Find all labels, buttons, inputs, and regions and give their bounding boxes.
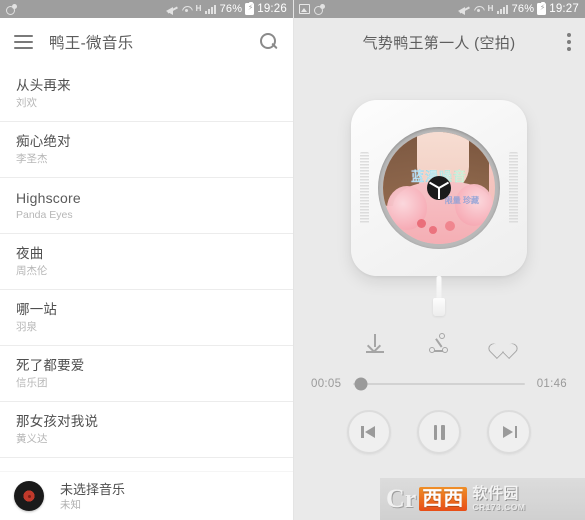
song-title: Highscore — [16, 190, 81, 206]
clock-left: 19:26 — [257, 3, 287, 15]
app-icon — [314, 3, 326, 15]
heart-icon[interactable] — [491, 332, 515, 356]
battery-percent: 76% — [511, 3, 535, 15]
song-artist: 羽泉 — [16, 321, 37, 333]
list-item[interactable]: 夜曲 周杰伦 — [0, 234, 293, 290]
song-title: 死了都要爱 — [16, 358, 85, 373]
wifi-icon — [181, 4, 193, 15]
now-playing-subtitle: 未知 — [60, 498, 81, 511]
search-icon[interactable] — [259, 32, 279, 52]
next-button[interactable] — [487, 410, 531, 454]
vinyl-record-icon — [14, 481, 44, 511]
hamburger-icon[interactable] — [14, 35, 33, 49]
pause-button[interactable] — [417, 410, 461, 454]
song-list: 从头再来 刘欢 痴心绝对 李圣杰 Highscore Panda Eyes 夜曲… — [0, 66, 293, 520]
song-title: 夜曲 — [16, 246, 44, 261]
disc-overlay-subtext: 限量 珍藏 — [444, 196, 479, 205]
song-artist: 黄义达 — [16, 433, 48, 445]
song-title: 那女孩对我说 — [16, 414, 99, 429]
song-artist: 李圣杰 — [16, 153, 48, 165]
screenshot-root: H 76% 19:26 鸭王-微音乐 从头再来 刘欢 痴心绝对 李圣杰 High… — [0, 0, 585, 520]
signal-icon — [496, 4, 509, 14]
list-item[interactable]: 死了都要爱 信乐团 — [0, 346, 293, 402]
status-bar-right: H 76% 19:27 — [293, 0, 585, 18]
watermark-brand: 西西 — [419, 487, 468, 511]
cd-ring: 蓝漫噪音 限量 珍藏 — [378, 127, 500, 249]
previous-button[interactable] — [347, 410, 391, 454]
progress-slider[interactable] — [353, 377, 525, 391]
mute-icon — [457, 4, 470, 15]
progress-row: 00:05 01:46 — [293, 377, 585, 391]
player-panel: H 76% 19:27 气势鸭王第一人 (空拍) — [293, 0, 585, 520]
panel-divider — [293, 0, 294, 520]
photo-detail — [445, 221, 455, 231]
power-plug — [433, 298, 445, 316]
page-title: 气势鸭王第一人 (空拍) — [362, 34, 516, 52]
current-time: 00:05 — [311, 378, 342, 390]
now-playing-title: 未选择音乐 — [60, 481, 126, 497]
clock-right: 19:27 — [549, 3, 579, 15]
transport-controls — [293, 410, 585, 454]
image-icon — [299, 4, 310, 14]
signal-icon — [204, 4, 217, 14]
hspa-icon: H — [487, 4, 494, 13]
song-artist: 周杰伦 — [16, 265, 48, 277]
song-title: 哪一站 — [16, 302, 58, 317]
app-icon — [6, 3, 18, 15]
list-item[interactable]: 痴心绝对 李圣杰 — [0, 122, 293, 178]
cd-disc-photo: 蓝漫噪音 限量 珍藏 — [383, 132, 495, 244]
song-title: 从头再来 — [16, 78, 71, 93]
list-item[interactable]: 那女孩对我说 黄义达 — [0, 402, 293, 458]
watermark: Cr 西西 软件园 CR173.COM — [380, 478, 585, 520]
status-bar-left: H 76% 19:26 — [0, 0, 293, 18]
cd-hub-icon — [427, 176, 451, 200]
progress-thumb[interactable] — [354, 377, 368, 391]
song-artist: 信乐团 — [16, 377, 48, 389]
battery-percent: 76% — [219, 3, 243, 15]
song-artist: 刘欢 — [16, 97, 37, 109]
status-bar-right-icons: H 76% 19:27 — [457, 1, 579, 15]
song-title: 痴心绝对 — [16, 134, 71, 149]
playlist-panel: H 76% 19:26 鸭王-微音乐 从头再来 刘欢 痴心绝对 李圣杰 High… — [0, 0, 293, 520]
share-icon[interactable] — [427, 332, 451, 356]
watermark-logo: Cr — [386, 484, 417, 513]
status-bar-left-icons — [6, 3, 18, 15]
status-bar-left-icons — [299, 3, 326, 15]
battery-icon — [245, 1, 255, 15]
list-item[interactable]: 从头再来 刘欢 — [0, 66, 293, 122]
photo-detail — [417, 219, 426, 228]
hspa-icon: H — [195, 4, 202, 13]
now-playing-text: 未选择音乐 未知 — [60, 481, 125, 512]
list-item[interactable]: 哪一站 羽泉 — [0, 290, 293, 346]
app-bar-right: 气势鸭王第一人 (空拍) — [293, 18, 585, 66]
cd-player-device: 蓝漫噪音 限量 珍藏 — [351, 100, 527, 276]
download-icon[interactable] — [363, 332, 387, 356]
wifi-icon — [473, 4, 485, 15]
list-item[interactable]: Highscore Panda Eyes — [0, 178, 293, 234]
kebab-menu-icon[interactable] — [567, 33, 571, 51]
speaker-grille-right — [509, 152, 518, 224]
mute-icon — [165, 4, 178, 15]
now-playing-bar[interactable]: 未选择音乐 未知 — [0, 472, 293, 520]
battery-icon — [537, 1, 547, 15]
status-bar-right-icons: H 76% 19:26 — [165, 1, 287, 15]
app-bar-left: 鸭王-微音乐 — [0, 18, 293, 66]
action-row — [293, 332, 585, 356]
album-art[interactable]: 蓝漫噪音 限量 珍藏 — [351, 100, 527, 316]
photo-detail — [429, 226, 437, 234]
watermark-domain: CR173.COM — [472, 502, 526, 512]
speaker-grille-left — [360, 152, 369, 224]
watermark-suffix: 软件园 — [472, 485, 519, 502]
app-title: 鸭王-微音乐 — [49, 35, 134, 52]
song-artist: Panda Eyes — [16, 209, 73, 221]
total-time: 01:46 — [536, 378, 567, 390]
watermark-right: 软件园 CR173.COM — [472, 485, 526, 513]
